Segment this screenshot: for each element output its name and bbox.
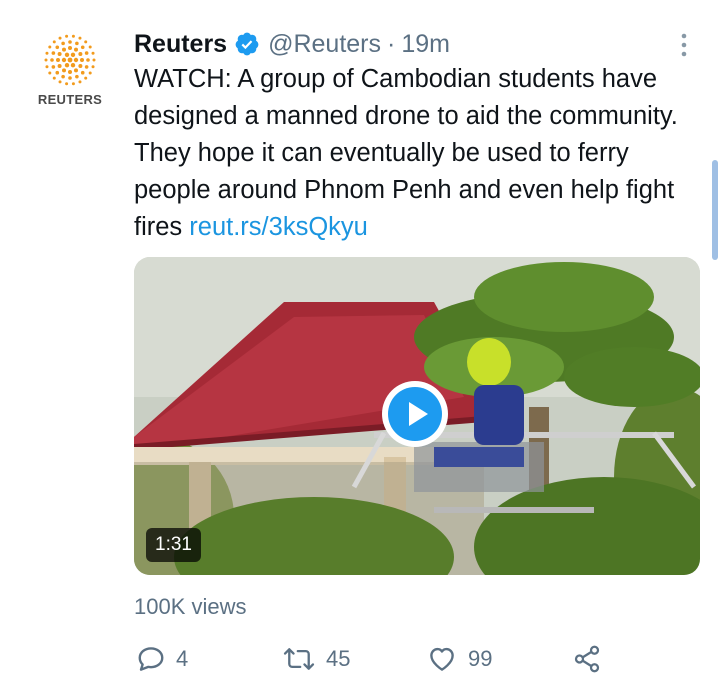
avatar[interactable]: REUTERS <box>30 30 110 114</box>
share-icon <box>574 645 600 673</box>
reply-count: 4 <box>176 646 189 671</box>
retweet-count: 45 <box>326 646 351 671</box>
retweet-icon <box>283 648 315 670</box>
author-handle[interactable]: @Reuters <box>268 30 381 59</box>
tweet-text: WATCH: A group of Cambodian students hav… <box>134 61 704 246</box>
play-icon <box>388 387 442 441</box>
reply-icon <box>138 647 164 671</box>
retweet-button[interactable]: 45 <box>282 642 350 676</box>
avatar-label: REUTERS <box>37 92 103 107</box>
video-duration: 1:31 <box>146 528 201 562</box>
tweet-link[interactable]: reut.rs/3ksQkyu <box>189 213 368 241</box>
like-count: 99 <box>468 646 493 671</box>
verified-badge-icon <box>235 32 259 56</box>
more-vertical-icon <box>681 33 687 57</box>
play-button[interactable] <box>382 381 448 447</box>
reply-button[interactable]: 4 <box>136 642 188 676</box>
more-options-button[interactable] <box>672 30 696 60</box>
tweet-header: Reuters @Reuters · 19m <box>134 28 450 60</box>
author-name[interactable]: Reuters <box>134 30 227 59</box>
tweet-time[interactable]: 19m <box>401 30 450 59</box>
view-count: 100K views <box>134 594 247 619</box>
header-separator: · <box>387 29 396 58</box>
scrollbar[interactable] <box>712 160 718 260</box>
share-button[interactable] <box>572 642 612 676</box>
heart-icon <box>430 647 454 671</box>
reuters-logo-icon <box>44 34 96 86</box>
like-button[interactable]: 99 <box>426 642 492 676</box>
